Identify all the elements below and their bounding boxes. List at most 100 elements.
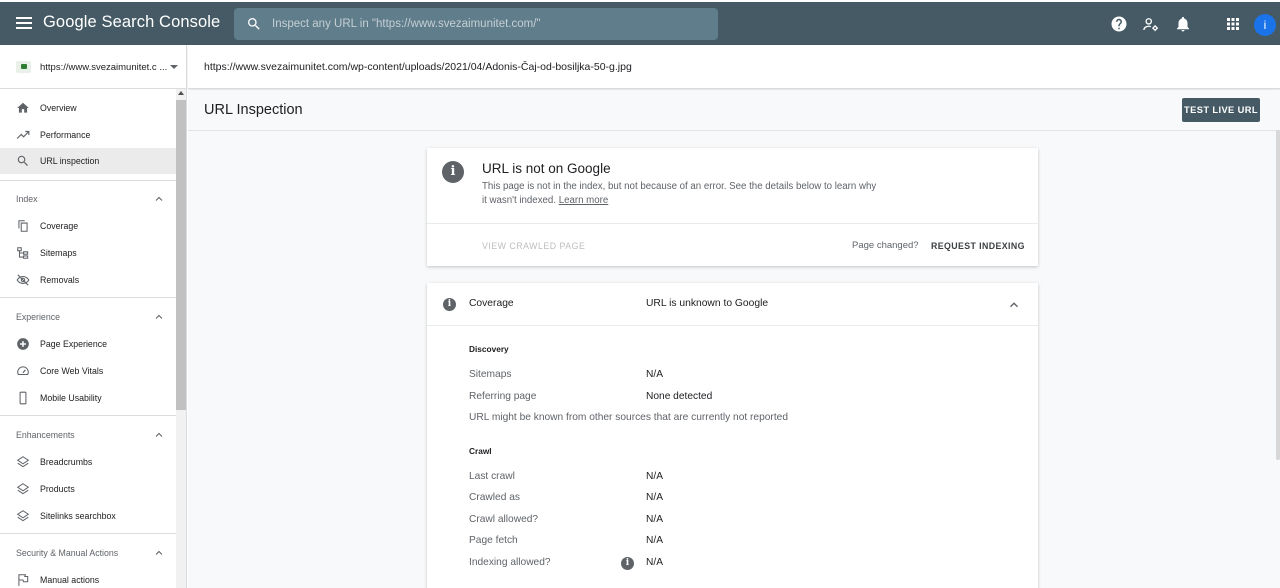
info-icon: i: [443, 298, 456, 311]
inspected-url: https://www.svezaimunitet.com/wp-content…: [204, 61, 632, 73]
test-live-url-button[interactable]: TEST LIVE URL: [1182, 98, 1260, 122]
chevron-up-icon[interactable]: [1007, 298, 1021, 312]
divider: [0, 415, 176, 416]
layers-icon: [16, 510, 30, 522]
status-description: This page is not in the index, but not b…: [482, 180, 882, 207]
last-crawl-value: N/A: [646, 471, 663, 482]
sidebar-item-breadcrumbs[interactable]: Breadcrumbs: [0, 449, 176, 475]
sidebar: Overview Performance URL inspection Inde…: [0, 89, 187, 588]
page-fetch-label: Page fetch: [469, 535, 518, 546]
property-selector[interactable]: https://www.svezaimunitet.c ...: [0, 45, 187, 89]
sidebar-scrollbar-thumb[interactable]: [176, 100, 186, 410]
main-scrollbar[interactable]: [1276, 130, 1280, 460]
coverage-card: i Coverage URL is unknown to Google Disc…: [427, 283, 1038, 588]
section-header-enhancements[interactable]: Enhancements: [0, 423, 176, 447]
page-title: URL Inspection: [204, 102, 303, 118]
coverage-header[interactable]: i Coverage URL is unknown to Google: [427, 283, 1038, 326]
sidebar-item-label: Overview: [40, 103, 77, 113]
divider: [427, 223, 1038, 224]
speed-icon: [17, 366, 29, 376]
sidebar-item-page-experience[interactable]: Page Experience: [0, 331, 176, 357]
coverage-value: URL is unknown to Google: [646, 298, 769, 309]
section-title: Index: [16, 194, 38, 204]
last-crawl-label: Last crawl: [469, 471, 515, 482]
sidebar-item-label: Sitemaps: [40, 248, 77, 258]
sidebar-item-manual-actions[interactable]: Manual actions: [0, 567, 176, 588]
sidebar-item-label: Sitelinks searchbox: [40, 511, 116, 521]
sidebar-item-label: URL inspection: [40, 156, 100, 166]
sidebar-item-url-inspection[interactable]: URL inspection: [0, 148, 176, 174]
trending-up-icon: [16, 130, 30, 139]
chevron-up-icon: [155, 432, 163, 437]
manage-accounts-icon[interactable]: [1142, 15, 1160, 33]
referring-page-label: Referring page: [469, 391, 537, 402]
layers-icon: [16, 456, 30, 468]
menu-icon[interactable]: [16, 14, 32, 32]
sidebar-item-performance[interactable]: Performance: [0, 122, 176, 148]
referring-page-value: None detected: [646, 391, 713, 402]
layers-icon: [16, 483, 30, 495]
section-header-experience[interactable]: Experience: [0, 305, 176, 329]
product-logo[interactable]: Google Search Console: [43, 13, 220, 32]
main-content: URL Inspection TEST LIVE URL i URL is no…: [188, 90, 1280, 588]
discovery-note: URL might be known from other sources th…: [469, 412, 788, 423]
index-status-card: i URL is not on Google This page is not …: [427, 148, 1038, 266]
request-indexing-button[interactable]: REQUEST INDEXING: [931, 241, 1025, 251]
chevron-up-icon: [155, 550, 163, 555]
chevron-up-icon: [155, 196, 163, 201]
sitemaps-label: Sitemaps: [469, 369, 512, 380]
search-icon: [248, 18, 260, 30]
sidebar-item-label: Performance: [40, 130, 91, 140]
sidebar-item-mobile-usability[interactable]: Mobile Usability: [0, 385, 176, 411]
search-input[interactable]: [272, 8, 712, 40]
sidebar-item-label: Breadcrumbs: [40, 457, 93, 467]
notifications-icon[interactable]: [1174, 15, 1192, 33]
coverage-label: Coverage: [469, 298, 514, 309]
dropdown-arrow-icon: [170, 65, 178, 69]
sidebar-item-sitelinks-searchbox[interactable]: Sitelinks searchbox: [0, 503, 176, 529]
status-title: URL is not on Google: [482, 161, 611, 176]
help-icon[interactable]: [1110, 15, 1128, 33]
sidebar-item-label: Products: [40, 484, 75, 494]
indexing-allowed-value: N/A: [646, 557, 663, 568]
crawl-allowed-value: N/A: [646, 514, 663, 525]
apps-grid-icon[interactable]: [1224, 15, 1242, 33]
inspected-url-bar: https://www.svezaimunitet.com/wp-content…: [188, 45, 1280, 89]
status-description-text: This page is not in the index, but not b…: [482, 181, 877, 206]
sidebar-item-products[interactable]: Products: [0, 476, 176, 502]
site-favicon-icon: [16, 61, 31, 73]
view-crawled-page-button[interactable]: VIEW CRAWLED PAGE: [482, 241, 585, 251]
sidebar-item-label: Mobile Usability: [40, 393, 102, 403]
indexing-allowed-label: Indexing allowed?: [469, 557, 551, 568]
home-icon: [17, 102, 29, 113]
url-inspect-search[interactable]: [234, 8, 718, 40]
account-avatar[interactable]: i: [1254, 14, 1276, 36]
sidebar-item-removals[interactable]: Removals: [0, 267, 176, 293]
sitemap-icon: [17, 247, 29, 259]
section-title: Experience: [16, 312, 61, 322]
crawl-allowed-label: Crawl allowed?: [469, 514, 539, 525]
copy-icon: [18, 220, 28, 232]
info-icon[interactable]: i: [621, 557, 634, 570]
scroll-up-arrow-icon[interactable]: [178, 91, 184, 95]
sidebar-item-label: Core Web Vitals: [40, 366, 104, 376]
crawled-as-label: Crawled as: [469, 492, 520, 503]
search-icon: [17, 155, 28, 166]
learn-more-link[interactable]: Learn more: [559, 195, 609, 206]
add-circle-icon: [17, 338, 29, 350]
sidebar-item-label: Manual actions: [40, 575, 100, 585]
sidebar-item-sitemaps[interactable]: Sitemaps: [0, 240, 176, 266]
sidebar-item-label: Page Experience: [40, 339, 107, 349]
sidebar-item-coverage[interactable]: Coverage: [0, 213, 176, 239]
sidebar-item-overview[interactable]: Overview: [0, 95, 176, 121]
section-header-index[interactable]: Index: [0, 187, 176, 211]
chevron-up-icon: [155, 314, 163, 319]
sitemaps-value: N/A: [646, 369, 663, 380]
property-label: https://www.svezaimunitet.c ...: [40, 62, 168, 73]
sidebar-item-label: Coverage: [40, 221, 79, 231]
section-header-security[interactable]: Security & Manual Actions: [0, 541, 176, 565]
sidebar-item-core-web-vitals[interactable]: Core Web Vitals: [0, 358, 176, 384]
flag-icon: [18, 574, 29, 586]
page-header: URL Inspection TEST LIVE URL: [188, 90, 1280, 131]
visibility-off-icon: [16, 274, 30, 286]
